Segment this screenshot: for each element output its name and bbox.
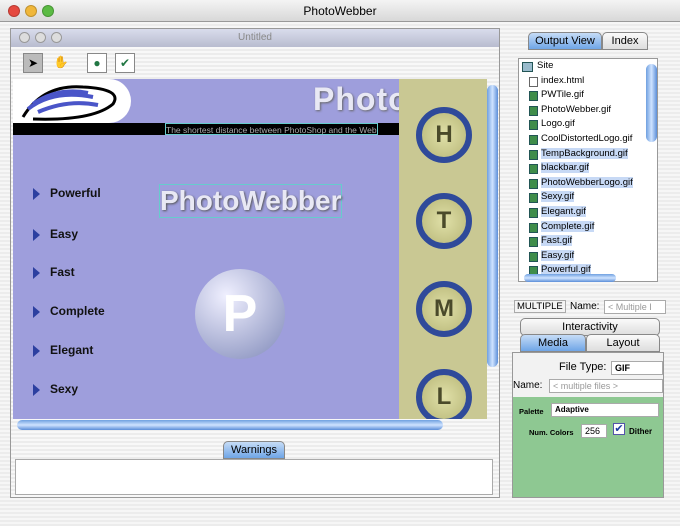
tab-media[interactable]: Media (520, 334, 586, 352)
circle-button-t[interactable]: T (416, 193, 472, 249)
circle-button-m[interactable]: M (416, 281, 472, 337)
tree-root-label: Site (537, 60, 554, 71)
image-file-icon (529, 237, 538, 248)
file-name-input[interactable]: < multiple files > (549, 379, 663, 393)
app-title: PhotoWebber (303, 4, 377, 18)
nav-item-sexy[interactable]: Sexy (33, 382, 78, 396)
image-file-icon (529, 149, 538, 160)
hand-tool-icon[interactable]: ✋ (51, 53, 71, 73)
tab-output-view[interactable]: Output View (528, 32, 602, 50)
file-item[interactable]: Sexy.gif (519, 190, 657, 205)
doc-zoom-button[interactable] (51, 32, 62, 43)
logo-text: PhotoWebber (159, 184, 343, 218)
document-title-bar: Untitled (11, 29, 499, 47)
preview-tool-icon[interactable]: ● (87, 53, 107, 73)
file-tree[interactable]: Site index.html PWTile.gif PhotoWebber.gif… (518, 58, 658, 282)
zoom-button[interactable] (42, 5, 54, 17)
dither-label: Dither (629, 427, 653, 436)
logo-letter: P (195, 269, 285, 359)
gif-settings: Palette Adaptive Num. Colors 256 ✔ Dithe… (513, 397, 663, 497)
image-file-icon (529, 105, 538, 116)
nav-item-fast[interactable]: Fast (33, 265, 75, 279)
vertical-scrollbar[interactable] (487, 85, 498, 367)
file-item[interactable]: blackbar.gif (519, 161, 657, 176)
kind-label: MULTIPLE (514, 300, 566, 313)
name-label: Name: (570, 301, 600, 312)
document-window: Untitled ➤ ✋ ● ✔ PhotoWebber The shortes… (10, 28, 500, 498)
file-item[interactable]: Logo.gif (519, 117, 657, 132)
nav-item-powerful[interactable]: Powerful (33, 186, 101, 200)
file-item[interactable]: CoolDistortedLogo.gif (519, 132, 657, 147)
file-name: TempBackground.gif (541, 147, 628, 159)
image-file-icon (529, 178, 538, 189)
image-file-icon (529, 120, 538, 131)
file-item[interactable]: Fast.gif (519, 234, 657, 249)
file-type-select[interactable]: GIF (611, 361, 663, 375)
swoosh-logo-image (13, 79, 131, 123)
nav-item-easy[interactable]: Easy (33, 227, 78, 241)
image-file-icon (529, 164, 538, 175)
document-icon (529, 76, 538, 87)
tree-horizontal-scrollbar[interactable] (524, 274, 616, 282)
file-item[interactable]: TempBackground.gif (519, 147, 657, 162)
file-name: Logo.gif (541, 118, 575, 130)
file-type-label: File Type: (559, 361, 607, 373)
nav-item-complete[interactable]: Complete (33, 304, 105, 318)
document-title: Untitled (238, 32, 272, 43)
num-colors-label: Num. Colors (529, 428, 574, 437)
media-pane: File Type: GIF Name: < multiple files > … (512, 352, 664, 498)
dither-checkbox[interactable]: ✔ (613, 423, 625, 435)
file-name: Easy.gif (541, 249, 575, 261)
image-file-icon (529, 222, 538, 233)
doc-minimize-button[interactable] (35, 32, 46, 43)
image-file-icon (529, 251, 538, 262)
circle-button-h[interactable]: H (416, 107, 472, 163)
tab-index[interactable]: Index (602, 32, 648, 50)
horizontal-scrollbar[interactable] (17, 420, 443, 430)
tree-vertical-scrollbar[interactable] (646, 64, 657, 142)
file-item[interactable]: PWTile.gif (519, 88, 657, 103)
file-name: Fast.gif (541, 235, 573, 247)
file-item[interactable]: Complete.gif (519, 220, 657, 235)
file-item[interactable]: Easy.gif (519, 249, 657, 264)
palette-label: Palette (519, 407, 544, 416)
file-name: blackbar.gif (541, 162, 590, 174)
file-name: index.html (541, 74, 585, 86)
app-title-bar: PhotoWebber (0, 0, 680, 22)
file-name: Elegant.gif (541, 205, 586, 217)
file-name: PWTile.gif (541, 89, 584, 101)
file-name: CoolDistortedLogo.gif (541, 132, 633, 144)
file-item[interactable]: Elegant.gif (519, 205, 657, 220)
file-name: Sexy.gif (541, 191, 575, 203)
circle-button-l[interactable]: L (416, 369, 472, 419)
tagline: The shortest distance between PhotoShop … (165, 123, 378, 135)
close-button[interactable] (8, 5, 20, 17)
file-name-label: Name: (513, 380, 543, 391)
file-name: PhotoWebber.gif (541, 103, 612, 115)
name-input[interactable]: < Multiple I (604, 300, 666, 314)
file-name: Complete.gif (541, 220, 595, 232)
tab-warnings[interactable]: Warnings (223, 441, 285, 459)
warnings-area[interactable] (15, 459, 493, 495)
tab-layout[interactable]: Layout (586, 334, 660, 352)
file-item[interactable]: PhotoWebber.gif (519, 103, 657, 118)
palette-select[interactable]: Adaptive (551, 403, 659, 417)
tree-root[interactable]: Site (519, 59, 657, 74)
arrow-tool-icon[interactable]: ➤ (23, 53, 43, 73)
doc-close-button[interactable] (19, 32, 30, 43)
image-file-icon (529, 207, 538, 218)
design-canvas[interactable]: PhotoWebber The shortest distance betwee… (13, 79, 487, 419)
num-colors-input[interactable]: 256 (581, 424, 607, 438)
output-panel: Output View Index Site index.html PWTile.… (512, 28, 668, 498)
image-file-icon (529, 134, 538, 145)
file-item[interactable]: index.html (519, 74, 657, 89)
check-tool-icon[interactable]: ✔ (115, 53, 135, 73)
image-file-icon (529, 193, 538, 204)
file-item[interactable]: PhotoWebberLogo.gif (519, 176, 657, 191)
image-file-icon (529, 91, 538, 102)
nav-item-elegant[interactable]: Elegant (33, 343, 93, 357)
file-name: PhotoWebberLogo.gif (541, 176, 633, 188)
minimize-button[interactable] (25, 5, 37, 17)
